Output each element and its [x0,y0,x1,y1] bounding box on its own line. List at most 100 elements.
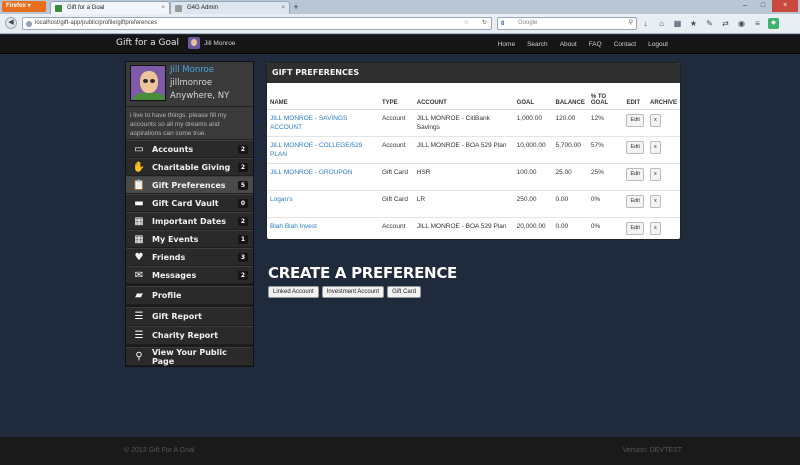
minimize-icon[interactable]: – [736,0,754,12]
back-arrow-icon[interactable]: ◀ [5,17,17,29]
home-icon[interactable]: ⌂ [656,18,667,29]
edit-button[interactable]: Edit [626,140,644,154]
cell-goal: 100.00 [513,163,553,191]
extension-icon[interactable]: ◆ [768,18,779,29]
sidebar-item-label: Profile [152,291,182,300]
browser-tab-bar: Firefox ▾ Gift for a Goal × G4G Admin × … [0,0,800,14]
nav-contact[interactable]: Contact [608,35,642,54]
search-icon[interactable]: ⚲ [629,18,633,29]
sidebar-item-friends[interactable]: ♥ Friends 3 [126,248,253,266]
search-bar[interactable]: 8 Google ⚲ [497,17,637,30]
gift-preferences-panel: GIFT PREFERENCES NAME TYPE ACCOUNT GOAL … [266,62,681,240]
sidebar-item-gift-report[interactable]: ☰ Gift Report [126,307,253,326]
reload-icon[interactable]: ↻ [482,18,487,29]
maximize-icon[interactable]: □ [754,0,772,12]
bookmark-star-icon[interactable]: ☆ [464,18,469,29]
dashboard-icon[interactable]: ▦ [672,18,683,29]
nav-about[interactable]: About [554,35,583,54]
browser-tab-g4g-admin[interactable]: G4G Admin × [170,1,290,14]
count-badge: 2 [237,162,248,172]
nav-home[interactable]: Home [492,35,521,54]
column-header-balance: BALANCE [552,83,588,110]
sidebar-item-important-dates[interactable]: ▦ Important Dates 2 [126,212,253,230]
brand-logo[interactable]: Gift for a Goal [116,38,179,48]
cell-balance: 0.00 [555,222,569,230]
preference-link[interactable]: JILL MONROE - COLLEGE/529 PLAN [270,142,362,158]
edit-button[interactable]: Edit [626,194,644,208]
table-row: JILL MONROE - SAVINGS ACCOUNT Account JI… [267,109,680,137]
sidebar-item-messages[interactable]: ✉ Messages 2 [126,266,253,284]
window-close-icon[interactable]: × [772,0,798,12]
sidebar-item-accounts[interactable]: ▭ Accounts 2 [126,140,253,158]
column-header-account: ACCOUNT [413,83,514,110]
calendar-icon: ▦ [134,233,144,245]
profile-card: Jill Monroe jillmonroe Anywhere, NY [126,62,253,107]
edit-button[interactable]: Edit [626,221,644,235]
hands-icon: ✋ [132,161,146,173]
favicon-icon [55,5,62,12]
tab-close-icon[interactable]: × [281,2,285,14]
footer: © 2013 Gift For A Goal Version: DEVTEST [0,437,800,465]
preference-link[interactable]: Logan's [270,196,293,203]
archive-button[interactable]: x [649,194,661,208]
menu-icon[interactable]: ≡ [752,18,763,29]
google-icon: 8 [501,21,505,27]
translate-icon[interactable]: ⇄ [720,18,731,29]
download-icon[interactable]: ↓ [640,18,651,29]
firefox-menu-button[interactable]: Firefox ▾ [2,1,46,12]
cell-type: Gift Card [378,163,414,191]
edit-button[interactable]: Edit [626,113,644,127]
edit-button[interactable]: Edit [626,167,644,181]
archive-button[interactable]: x [649,167,661,181]
new-tab-button[interactable]: + [290,1,302,13]
sidebar-item-charitable-giving[interactable]: ✋ Charitable Giving 2 [126,158,253,176]
cell-account: JILL MONROE - CitiBank Savings [413,109,514,137]
sidebar-item-public-page[interactable]: ⚲ View Your Public Page [126,347,253,366]
cell-account: JILL MONROE - BOA 529 Plan [416,222,507,230]
avatar [188,37,200,49]
addon-icon[interactable]: ◉ [736,18,747,29]
sidebar-item-profile[interactable]: ▰ Profile [126,286,253,305]
archive-button[interactable]: x [649,140,661,154]
linked-account-button[interactable]: Linked Account [268,286,319,298]
count-badge: 3 [237,252,248,262]
preference-link[interactable]: JILL MONROE - GROUPON [270,169,352,176]
sidebar-item-gift-card-vault[interactable]: ▬ Gift Card Vault 0 [126,194,253,212]
sidebar-item-my-events[interactable]: ▦ My Events 1 [126,230,253,248]
archive-button[interactable]: x [649,221,661,235]
url-bar[interactable]: localhost/gift-app/public/profile/giftpr… [22,17,492,30]
nav-faq[interactable]: FAQ [583,35,608,54]
nav-search[interactable]: Search [521,35,554,54]
preference-link[interactable]: JILL MONROE - SAVINGS ACCOUNT [270,115,347,131]
sidebar-item-label: Gift Card Vault [152,198,219,208]
credit-card-icon: ▭ [134,143,144,155]
cell-pct: 0% [587,190,624,218]
browser-tab-gift-for-a-goal[interactable]: Gift for a Goal × [50,1,170,14]
sidebar-item-label: Messages [152,270,197,280]
count-badge: 2 [237,216,248,226]
gift-card-button[interactable]: Gift Card [387,286,422,298]
profile-name[interactable]: Jill Monroe [170,65,214,75]
search-placeholder: Google [518,20,538,26]
globe-icon [26,21,32,27]
bookmarks-icon[interactable]: ★ [688,18,699,29]
clipboard-icon: 📋 [132,179,146,191]
archive-button[interactable]: x [649,113,661,127]
tab-close-icon[interactable]: × [161,2,165,14]
tab-label: G4G Admin [187,5,219,11]
preference-link[interactable]: Blah Blah Invest [270,223,317,230]
profile-handle: jillmonroe [170,78,213,88]
sidebar-item-charity-report[interactable]: ☰ Charity Report [126,326,253,345]
tools-icon[interactable]: ✎ [704,18,715,29]
table-header-row: NAME TYPE ACCOUNT GOAL BALANCE % TO GOAL… [267,83,680,110]
cell-account: JILL MONROE - BOA 529 Plan [413,136,514,164]
column-header-goal: GOAL [513,83,553,110]
nav-logout[interactable]: Logout [642,35,674,54]
browser-nav-bar: ◀ localhost/gift-app/public/profile/gift… [0,14,800,34]
header-user[interactable]: Jill Monroe [188,37,235,49]
count-badge: 1 [237,234,248,244]
profile-location: Anywhere, NY [170,91,230,101]
sidebar-item-gift-preferences[interactable]: 📋 Gift Preferences 5 [126,176,253,194]
sidebar-report-menu: ☰ Gift Report ☰ Charity Report [126,307,253,347]
investment-account-button[interactable]: Investment Account [321,286,385,298]
